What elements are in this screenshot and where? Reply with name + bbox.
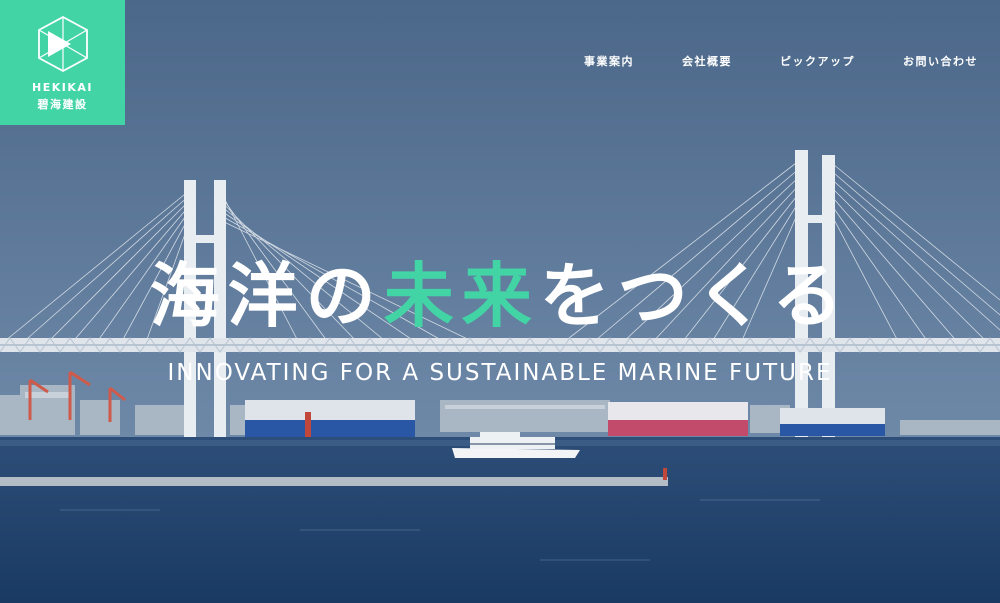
hero-subline: INNOVATING FOR A SUSTAINABLE MARINE FUTU… — [167, 360, 833, 386]
nav-item-business[interactable]: 事業案内 — [584, 53, 634, 69]
nav-item-company[interactable]: 会社概要 — [682, 53, 732, 69]
logo-name-en: HEKIKAI — [32, 81, 93, 94]
logo-name-ja: 碧海建設 — [37, 98, 88, 111]
nav-item-contact[interactable]: お問い合わせ — [903, 53, 978, 69]
headline-part2: をつくる — [539, 255, 851, 337]
play-hexagon-icon — [37, 15, 88, 73]
headline-accent: 未来 — [383, 255, 540, 337]
nav-item-pickup[interactable]: ピックアップ — [780, 53, 855, 69]
main-navigation: 事業案内 会社概要 ピックアップ お問い合わせ — [584, 53, 978, 69]
hero-headline: 海洋の未来をつくる — [0, 250, 1000, 342]
headline-part1: 海洋の — [149, 255, 384, 337]
company-logo[interactable]: HEKIKAI 碧海建設 — [0, 0, 125, 125]
